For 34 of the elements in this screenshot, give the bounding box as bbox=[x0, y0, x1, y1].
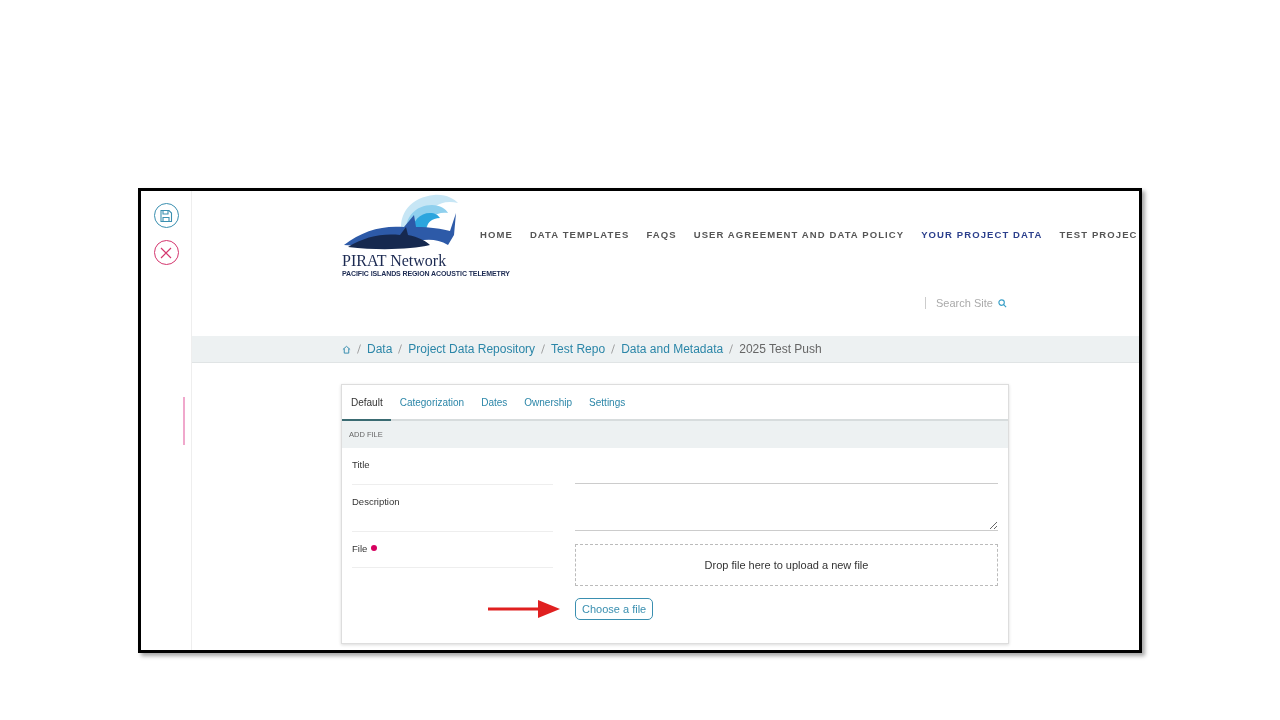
separator-icon bbox=[729, 344, 734, 354]
file-dropzone[interactable]: Drop file here to upload a new file bbox=[575, 544, 998, 586]
close-button[interactable] bbox=[153, 240, 179, 265]
separator-icon bbox=[611, 344, 616, 354]
field-label: File bbox=[352, 543, 368, 554]
nav-link[interactable]: HOME bbox=[480, 229, 513, 240]
breadcrumb-link[interactable]: Data bbox=[367, 342, 393, 356]
search-icon bbox=[998, 298, 1007, 308]
choose-file-button[interactable]: Choose a file bbox=[575, 598, 654, 620]
home-icon[interactable] bbox=[342, 344, 351, 354]
close-icon bbox=[160, 246, 172, 259]
field-label: Title bbox=[352, 459, 370, 470]
dropzone-text: Drop file here to upload a new file bbox=[704, 559, 869, 571]
nav-link[interactable]: DATA TEMPLATES bbox=[529, 229, 630, 240]
nav-link[interactable]: FAQS bbox=[646, 229, 677, 240]
nav-link[interactable]: YOUR PROJECT DATA bbox=[921, 229, 1043, 240]
tab[interactable]: Settings bbox=[580, 385, 634, 421]
current-page-label: 2025 Test Push bbox=[739, 342, 822, 356]
accent-bar bbox=[183, 397, 185, 445]
separator-icon bbox=[357, 344, 361, 354]
logo-name: PIRAT Network bbox=[342, 253, 448, 269]
separator-icon bbox=[541, 344, 546, 354]
breadcrumb-link[interactable]: Test Repo bbox=[551, 342, 606, 356]
field-label: Description bbox=[352, 496, 400, 507]
nav-link[interactable]: TEST PROJEC bbox=[1059, 229, 1138, 240]
arrow-drawing bbox=[488, 599, 560, 619]
breadcrumb-link[interactable]: Project Data Repository bbox=[408, 342, 536, 356]
separator-icon bbox=[398, 344, 403, 354]
tab[interactable]: Categorization bbox=[390, 385, 473, 421]
breadcrumb-link[interactable]: Data and Metadata bbox=[621, 342, 724, 356]
tab[interactable]: Ownership bbox=[515, 385, 581, 421]
save-button[interactable] bbox=[153, 203, 179, 228]
tab[interactable]: Dates bbox=[472, 385, 516, 421]
nav-link[interactable]: USER AGREEMENT AND DATA POLICY bbox=[693, 229, 905, 240]
